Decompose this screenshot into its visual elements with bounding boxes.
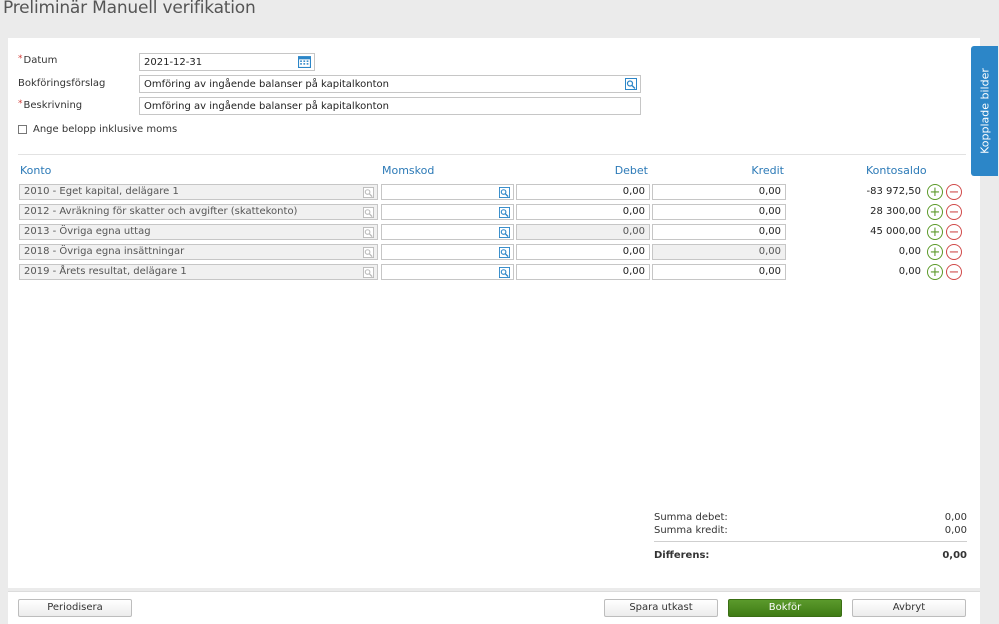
vat-code-field[interactable] [381, 224, 514, 240]
debet-field[interactable]: 0,00 [516, 244, 650, 260]
periodisera-button[interactable]: Periodisera [18, 599, 132, 617]
suggestion-field[interactable]: Omföring av ingående balanser på kapital… [139, 75, 641, 93]
date-field[interactable]: 2021-12-31 [139, 53, 315, 71]
header-momskod: Momskod [382, 164, 435, 177]
vat-code-field[interactable] [381, 204, 514, 220]
account-field[interactable]: 2013 - Övriga egna uttag [19, 224, 378, 240]
debet-field[interactable]: 0,00 [516, 264, 650, 280]
diff-value: 0,00 [942, 550, 967, 561]
vat-code-field[interactable] [381, 184, 514, 200]
lookup-icon[interactable] [499, 207, 510, 218]
account-balance: 0,00 [898, 246, 921, 257]
lookup-icon[interactable] [363, 247, 374, 258]
remove-row-icon[interactable]: − [946, 264, 962, 280]
suggestion-label: Bokföringsförslag [18, 78, 106, 89]
footer-bar: Periodisera Spara utkast Bokför Avbryt [8, 591, 980, 624]
cancel-button[interactable]: Avbryt [852, 599, 966, 617]
account-balance: 0,00 [898, 266, 921, 277]
diff-label: Differens: [654, 550, 710, 561]
vat-code-field[interactable] [381, 244, 514, 260]
lookup-icon[interactable] [499, 267, 510, 278]
account-field[interactable]: 2019 - Årets resultat, delägare 1 [19, 264, 378, 280]
lookup-icon[interactable] [499, 247, 510, 258]
lookup-icon[interactable] [363, 207, 374, 218]
header-kontosaldo: Kontosaldo [866, 164, 927, 177]
sum-debet-value: 0,00 [944, 512, 967, 523]
linked-images-tab[interactable]: Kopplade bilder [971, 46, 998, 176]
debet-field[interactable]: 0,00 [516, 204, 650, 220]
date-label: *Datum [18, 54, 58, 66]
page-title: Preliminär Manuell verifikation [3, 0, 256, 18]
lookup-icon[interactable] [499, 187, 510, 198]
header-kredit: Kredit [751, 164, 784, 177]
kredit-field[interactable]: 0,00 [652, 184, 786, 200]
account-field[interactable]: 2010 - Eget kapital, delägare 1 [19, 184, 378, 200]
kredit-field[interactable]: 0,00 [652, 224, 786, 240]
lookup-icon[interactable] [363, 227, 374, 238]
vat-checkbox[interactable] [18, 125, 27, 134]
sum-kredit-value: 0,00 [944, 525, 967, 536]
account-balance: 45 000,00 [870, 226, 921, 237]
vat-checkbox-label: Ange belopp inklusive moms [33, 124, 178, 135]
sum-kredit-label: Summa kredit: [654, 525, 728, 536]
account-balance: 28 300,00 [870, 206, 921, 217]
lookup-icon[interactable] [625, 78, 637, 90]
book-button[interactable]: Bokför [728, 599, 842, 617]
remove-row-icon[interactable]: − [946, 224, 962, 240]
divider [18, 154, 966, 155]
remove-row-icon[interactable]: − [946, 184, 962, 200]
vat-code-field[interactable] [381, 264, 514, 280]
debet-field[interactable]: 0,00 [516, 184, 650, 200]
description-label: *Beskrivning [18, 99, 83, 111]
sum-divider [654, 541, 967, 542]
header-konto: Konto [20, 164, 52, 177]
remove-row-icon[interactable]: − [946, 244, 962, 260]
debet-field[interactable]: 0,00 [516, 224, 650, 240]
account-field[interactable]: 2018 - Övriga egna insättningar [19, 244, 378, 260]
description-field[interactable]: Omföring av ingående balanser på kapital… [139, 97, 641, 115]
vat-checkbox-row[interactable]: Ange belopp inklusive moms [18, 124, 177, 135]
lookup-icon[interactable] [363, 187, 374, 198]
add-row-icon[interactable]: + [927, 224, 943, 240]
calendar-icon[interactable] [298, 55, 311, 68]
account-field[interactable]: 2012 - Avräkning för skatter och avgifte… [19, 204, 378, 220]
kredit-field[interactable]: 0,00 [652, 264, 786, 280]
kredit-field[interactable]: 0,00 [652, 204, 786, 220]
verification-form: *Datum 2021-12-31 Bokföringsförslag Omfö… [8, 38, 980, 588]
lookup-icon[interactable] [499, 227, 510, 238]
kredit-field[interactable]: 0,00 [652, 244, 786, 260]
remove-row-icon[interactable]: − [946, 204, 962, 220]
sum-debet-label: Summa debet: [654, 512, 728, 523]
add-row-icon[interactable]: + [927, 264, 943, 280]
add-row-icon[interactable]: + [927, 204, 943, 220]
add-row-icon[interactable]: + [927, 184, 943, 200]
save-draft-button[interactable]: Spara utkast [604, 599, 718, 617]
account-balance: -83 972,50 [866, 186, 921, 197]
header-debet: Debet [614, 164, 648, 177]
lookup-icon[interactable] [363, 267, 374, 278]
add-row-icon[interactable]: + [927, 244, 943, 260]
